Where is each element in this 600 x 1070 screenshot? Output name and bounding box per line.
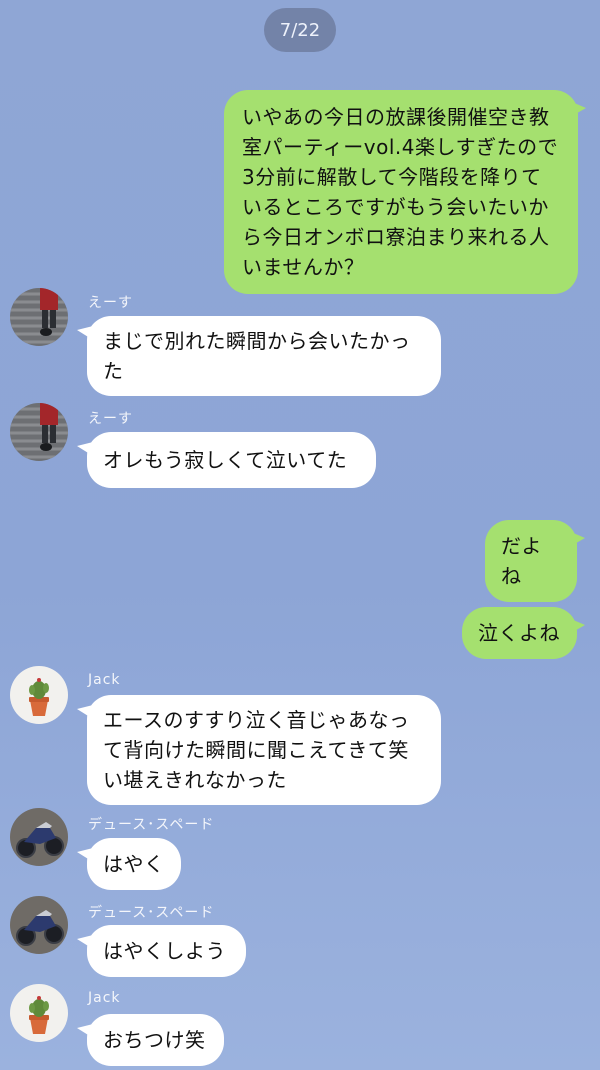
message-bubble-incoming[interactable]: はやくしよう <box>77 925 246 977</box>
sender-name: Jack <box>88 990 121 1006</box>
message-bubble-incoming[interactable]: オレもう寂しくて泣いてた <box>77 432 376 488</box>
ace-avatar[interactable] <box>10 288 68 346</box>
sender-name: デュース･スペード <box>88 817 215 833</box>
cactus-avatar[interactable] <box>10 984 68 1042</box>
message-bubble-incoming[interactable]: まじで別れた瞬間から会いたかった <box>77 316 441 396</box>
message-bubble-outgoing[interactable]: だよね <box>485 520 585 602</box>
sender-name: Jack <box>88 672 121 688</box>
cactus-avatar[interactable] <box>10 666 68 724</box>
message-bubble-incoming[interactable]: はやく <box>77 838 181 890</box>
message-bubble-incoming[interactable]: エースのすすり泣く音じゃあなって背向けた瞬間に聞こえてきて笑い堪えきれなかった <box>77 695 441 805</box>
sender-name: デュース･スペード <box>88 905 215 921</box>
message-bubble-outgoing[interactable]: いやあの今日の放課後開催空き教室パーティーvol.4楽しすぎたので3分前に解散し… <box>224 90 586 294</box>
sender-name: えーす <box>88 295 133 311</box>
motorcycle-avatar[interactable] <box>10 896 68 954</box>
sender-name: えーす <box>88 411 133 427</box>
ace-avatar[interactable] <box>10 403 68 461</box>
date-separator: 7/22 <box>264 8 336 52</box>
message-bubble-outgoing[interactable]: 泣くよね <box>462 607 585 659</box>
message-bubble-incoming[interactable]: おちつけ笑 <box>77 1014 224 1066</box>
motorcycle-avatar[interactable] <box>10 808 68 866</box>
